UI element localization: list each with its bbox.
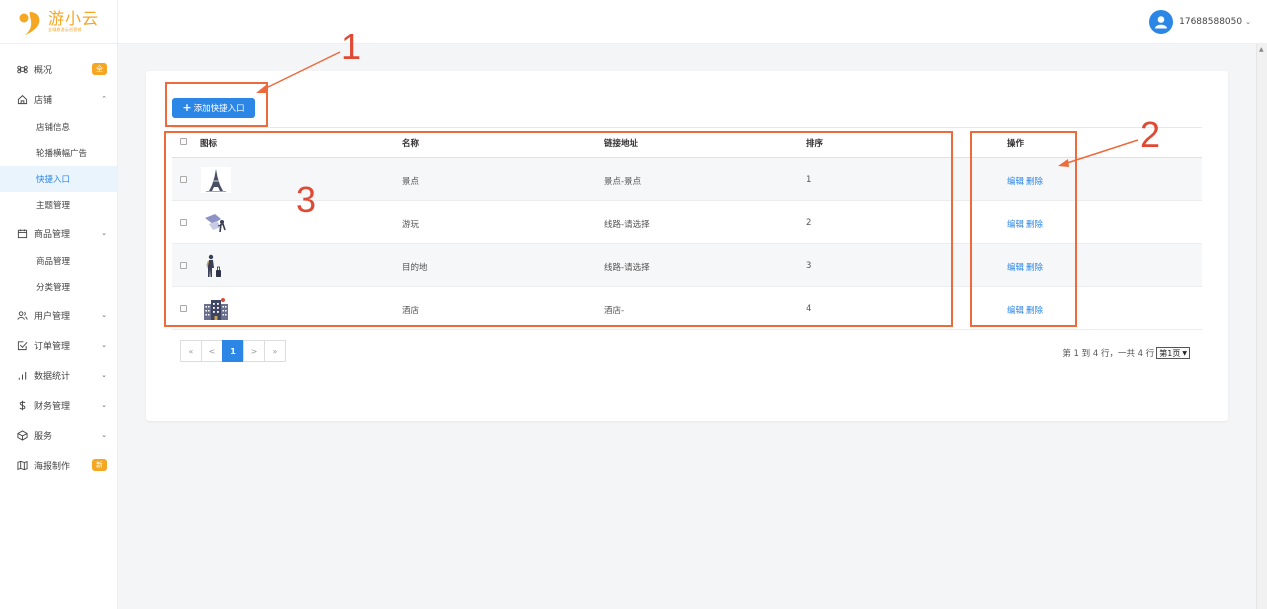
chevron-down-icon: ⌄ [101, 341, 107, 349]
calendar-icon [16, 227, 28, 239]
overview-badge: 全 [92, 63, 107, 75]
sidebar-item-service[interactable]: 服务 ⌄ [0, 420, 117, 450]
sidebar-subitem-shop-info[interactable]: 店铺信息 [0, 114, 117, 140]
sidebar-subitem-quick-entry[interactable]: 快捷入口 [0, 166, 117, 192]
scroll-up-icon[interactable]: ▲ [1259, 46, 1264, 53]
sidebar-subitem-theme[interactable]: 主题管理 [0, 192, 117, 218]
logo[interactable]: 游小云 全域旅游云创营销 [0, 0, 117, 44]
user-phone: 17688588050 [1179, 17, 1243, 27]
sidebar-item-users[interactable]: 用户管理 ⌄ [0, 300, 117, 330]
sidebar-subitem-banner-ads[interactable]: 轮播横幅广告 [0, 140, 117, 166]
user-menu[interactable]: 17688588050 ⌄ [1149, 10, 1251, 34]
sidebar-item-label: 商品管理 [34, 229, 71, 240]
page-next-button[interactable]: > [243, 340, 265, 362]
sidebar-item-label: 概况 [34, 65, 53, 76]
sidebar-item-label: 订单管理 [34, 341, 71, 352]
page-last-button[interactable]: » [264, 340, 286, 362]
page-info-text: 第 1 到 4 行，一共 4 行 [1062, 349, 1155, 359]
sidebar-item-poster[interactable]: 海报制作 新 [0, 450, 117, 480]
service-icon [16, 429, 28, 441]
sidebar-menu: 概况 全 店铺 ⌃ 店铺信息 轮播横幅广告 快捷入口 主题管理 商品管理 ⌄ 商… [0, 44, 117, 480]
sidebar-item-products[interactable]: 商品管理 ⌄ [0, 218, 117, 248]
brand-subtitle: 全域旅游云创营销 [48, 27, 82, 32]
sidebar-item-orders[interactable]: 订单管理 ⌄ [0, 330, 117, 360]
annotation-box-3 [164, 131, 953, 327]
annotation-box-2 [970, 131, 1077, 327]
sidebar-item-shop[interactable]: 店铺 ⌃ [0, 84, 117, 114]
users-icon [16, 309, 28, 321]
chevron-up-icon: ⌃ [101, 95, 107, 103]
chevron-down-icon: ⌄ [101, 311, 107, 319]
sidebar-item-label: 服务 [34, 431, 53, 442]
sidebar-item-label: 财务管理 [34, 401, 71, 412]
dollar-icon [16, 399, 28, 411]
page-select[interactable]: 第1页 ▼ [1156, 347, 1190, 359]
sidebar-item-statistics[interactable]: 数据统计 ⌄ [0, 360, 117, 390]
chevron-down-icon: ⌄ [101, 401, 107, 409]
sidebar-subitem-product-manage[interactable]: 商品管理 [0, 248, 117, 274]
command-icon [16, 63, 28, 75]
dropdown-arrow-icon: ▼ [1182, 349, 1187, 357]
user-avatar-icon [1149, 10, 1174, 34]
chevron-down-icon: ⌄ [101, 431, 107, 439]
bar-chart-icon [16, 369, 28, 381]
pagination: « < 1 > » [180, 340, 286, 362]
home-icon [16, 93, 28, 105]
sidebar-item-label: 数据统计 [34, 371, 71, 382]
page-info: 第 1 到 4 行，一共 4 行 第1页 ▼ [1062, 347, 1190, 359]
brand-title: 游小云 [48, 9, 100, 28]
sidebar-item-label: 店铺 [34, 95, 53, 106]
sidebar-item-finance[interactable]: 财务管理 ⌄ [0, 390, 117, 420]
annotation-box-1 [165, 82, 268, 127]
page-current-button[interactable]: 1 [222, 340, 244, 362]
annotation-number-3: 3 [296, 179, 317, 220]
logo-mark-icon [18, 8, 44, 36]
page-prev-button[interactable]: < [201, 340, 223, 362]
annotation-number-2: 2 [1140, 114, 1161, 155]
annotation-number-1: 1 [341, 26, 362, 67]
chevron-down-icon: ⌄ [1245, 18, 1251, 26]
map-icon [16, 459, 28, 471]
sidebar-item-label: 用户管理 [34, 311, 71, 322]
order-icon [16, 339, 28, 351]
sidebar: 游小云 全域旅游云创营销 概况 全 店铺 ⌃ 店铺信息 轮播横幅广告 快捷入口 … [0, 0, 118, 609]
sidebar-subitem-category-manage[interactable]: 分类管理 [0, 274, 117, 300]
poster-new-badge: 新 [92, 459, 107, 471]
chevron-down-icon: ⌄ [101, 371, 107, 379]
sidebar-item-label: 海报制作 [34, 461, 71, 472]
top-header: 17688588050 ⌄ [118, 0, 1267, 44]
chevron-down-icon: ⌄ [101, 229, 107, 237]
page-first-button[interactable]: « [180, 340, 202, 362]
page-scrollbar[interactable]: ▲ [1256, 44, 1267, 609]
page-select-value: 第1页 [1159, 348, 1181, 358]
sidebar-item-overview[interactable]: 概况 全 [0, 54, 117, 84]
